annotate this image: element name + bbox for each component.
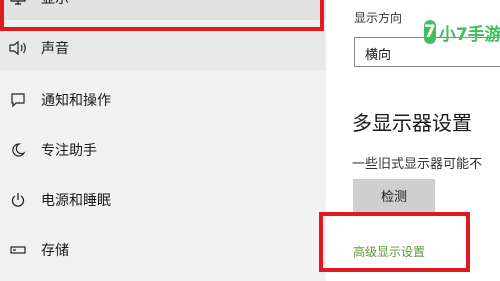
watermark-badge: 7 [424, 20, 436, 44]
sidebar-item-label: 电源和睡眠 [41, 193, 111, 209]
sidebar-item-label: 存储 [41, 243, 69, 259]
sidebar-item-sound[interactable]: 声音 [0, 26, 326, 70]
speaker-icon [8, 38, 28, 58]
sidebar-item-label: 声音 [41, 41, 69, 57]
sidebar-item-label: 通知和操作 [41, 93, 111, 109]
watermark-text: 小7手游 [438, 24, 500, 45]
sidebar-item-focus-assist[interactable]: 专注助手 [0, 128, 326, 172]
moon-icon [8, 140, 28, 160]
settings-sidebar: 显示 声音 通知和操作 专注助手 电源和睡眠 存储 [0, 0, 326, 281]
watermark-logo: 7 小7手游 [424, 19, 500, 45]
sidebar-item-label: 专注助手 [41, 143, 97, 159]
display-highlight-box [0, 0, 324, 31]
multi-display-description: 一些旧式显示器可能不 [352, 157, 483, 172]
multi-display-title: 多显示器设置 [352, 111, 472, 135]
sidebar-item-storage[interactable]: 存储 [0, 228, 326, 272]
power-icon [8, 190, 28, 210]
notification-icon [8, 90, 28, 110]
detect-button[interactable]: 检测 [353, 179, 435, 212]
orientation-label: 显示方向 [354, 11, 403, 25]
sidebar-item-notifications[interactable]: 通知和操作 [0, 78, 326, 122]
sidebar-item-power-sleep[interactable]: 电源和睡眠 [0, 178, 326, 222]
orientation-value: 横向 [365, 48, 392, 63]
advanced-link-highlight-box [319, 212, 470, 272]
storage-icon [8, 240, 28, 260]
